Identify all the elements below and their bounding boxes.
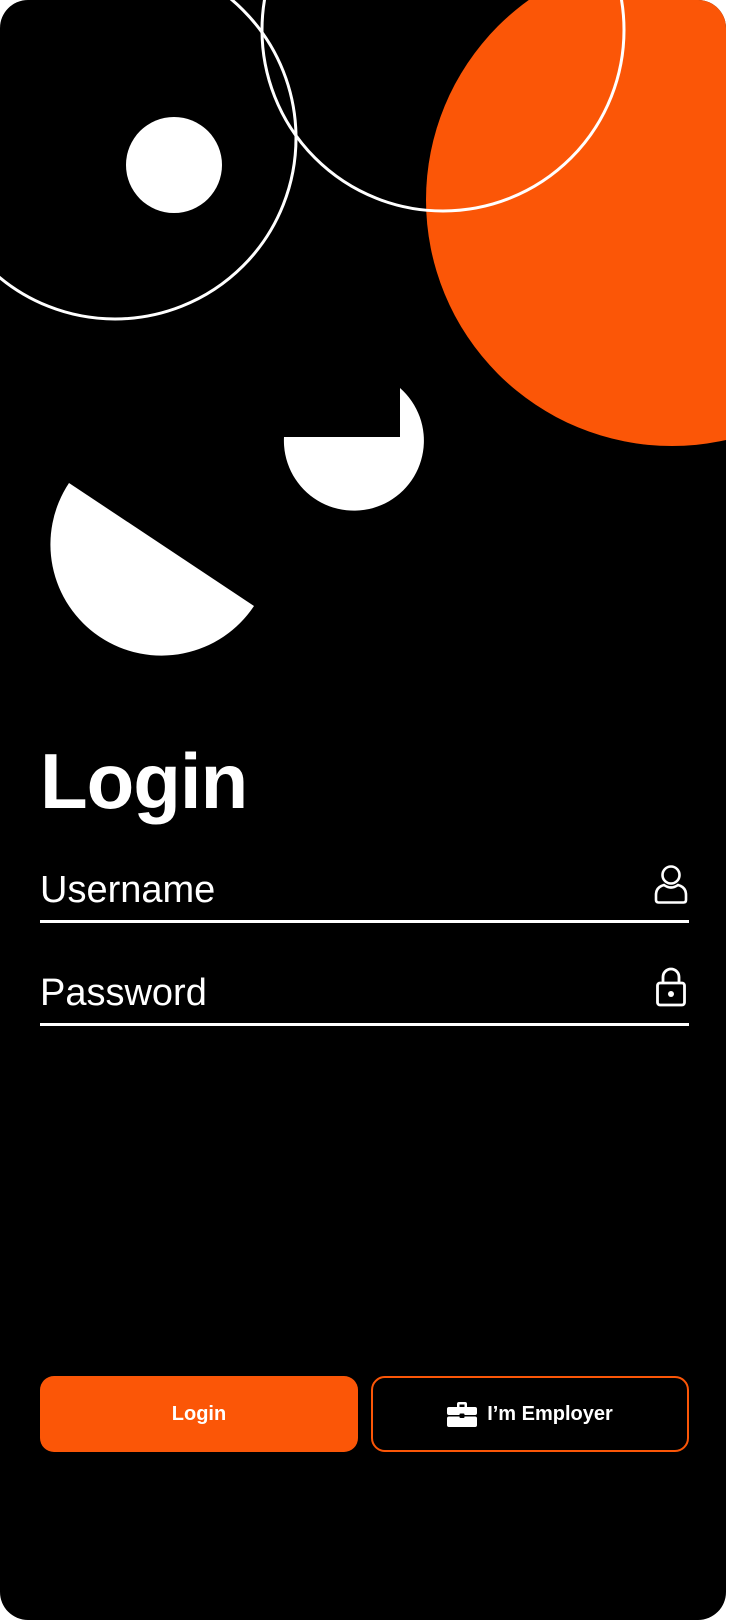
employer-button[interactable]: I’m Employer — [371, 1376, 689, 1452]
password-field — [40, 965, 689, 1026]
page-title: Login — [40, 737, 248, 825]
user-icon — [654, 865, 688, 904]
small-white-dot-shape — [126, 117, 222, 213]
quarter-cut-circle-shape — [283, 388, 424, 511]
login-button-label: Login — [171, 1402, 227, 1425]
half-circle-shape — [50, 483, 254, 656]
username-input[interactable] — [40, 862, 630, 918]
password-input[interactable] — [40, 965, 630, 1021]
decorative-shapes — [0, 0, 726, 656]
lock-icon — [656, 967, 686, 1007]
login-button[interactable]: Login — [40, 1376, 358, 1452]
login-screen: Login Login I’m Employer — [0, 0, 726, 1620]
employer-button-label: I’m Employer — [487, 1402, 613, 1425]
username-field — [40, 862, 689, 923]
orange-circle-shape — [426, 0, 726, 446]
briefcase-icon — [447, 1402, 478, 1427]
